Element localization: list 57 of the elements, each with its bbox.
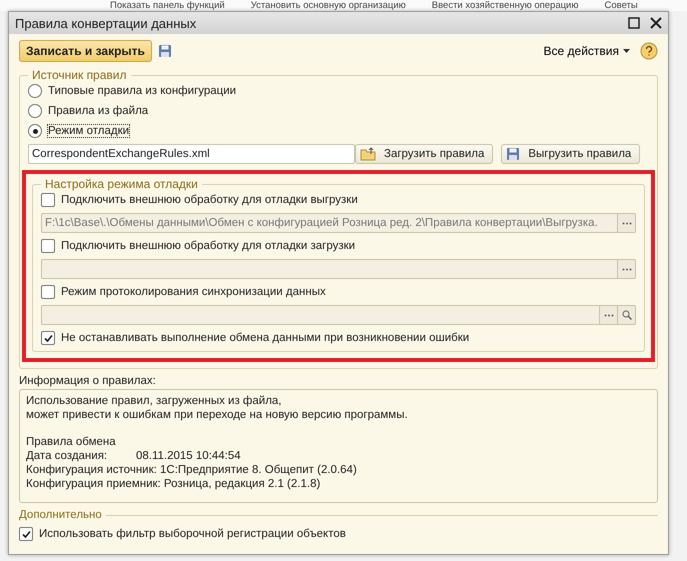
toolbar-item[interactable]: Установить основную организацию: [250, 0, 406, 11]
toolbar-item[interactable]: Ввести хозяйственную операцию: [432, 0, 578, 11]
ellipsis-icon: [622, 268, 632, 270]
help-icon[interactable]: [640, 42, 658, 60]
radio-button[interactable]: [28, 104, 42, 118]
path-input-field[interactable]: [41, 259, 636, 279]
checkbox[interactable]: [41, 193, 55, 207]
info-text: Конфигурация источник: 1С:Предприятие 8. Общепит (2.0.64): [26, 463, 358, 477]
load-rules-button[interactable]: Загрузить правила: [355, 144, 494, 164]
info-text: Дата создания:: [26, 449, 108, 463]
checkbox-label: Подключить внешнюю обработку для отладки выгрузки: [61, 194, 358, 206]
checkbox[interactable]: [41, 331, 55, 345]
section-label: Информация о правилах:: [19, 375, 157, 387]
checkbox[interactable]: [41, 285, 55, 299]
path-input-field[interactable]: F:\1c\Base\.\Обмены данными\Обмен с конфигурацией Розница ред. 2\Правила конвертации\Выгрузка.: [41, 213, 636, 233]
caret-icon: [623, 49, 630, 53]
checkbox[interactable]: [19, 527, 33, 541]
save-icon: [158, 44, 172, 58]
folder-icon: [360, 147, 376, 161]
radio-label: Режим отладки: [48, 125, 130, 137]
ellipsis-icon: [622, 222, 632, 224]
info-text: Конфигурация приемник: Розница, редакция 2.1 (2.1.8): [26, 477, 322, 491]
info-text: может привести к ошибкам при переходе на новую версию программы.: [26, 408, 409, 422]
all-actions-menu[interactable]: Все действия: [540, 44, 634, 58]
search-button[interactable]: [617, 306, 635, 324]
file-input-field[interactable]: CorrespondentExchangeRules.xml: [28, 144, 355, 164]
ellipsis-button[interactable]: [599, 306, 617, 324]
ellipsis-button[interactable]: [617, 260, 635, 278]
maximize-icon[interactable]: [628, 17, 640, 29]
ellipsis-button[interactable]: [617, 214, 635, 232]
checkbox-label: Подключить внешнюю обработку для отладки загрузки: [61, 240, 356, 252]
radio-label: Типовые правила из конфигурации: [48, 85, 236, 97]
group-title: Настройка режима отладки: [44, 177, 199, 191]
toolbar-item[interactable]: Показать панель функций: [110, 0, 225, 11]
info-text: 08.11.2015 10:44:54: [136, 449, 241, 463]
check-icon: [22, 530, 30, 538]
radio-label: Правила из файла: [48, 105, 148, 117]
checkbox-label: Режим протоколирования синхронизации данных: [61, 286, 326, 298]
radio-button[interactable]: [28, 124, 42, 138]
radio-button[interactable]: [28, 84, 42, 98]
save-and-close-button[interactable]: Записать и закрыть: [19, 40, 152, 62]
section-title: Дополнительно: [19, 509, 102, 521]
unload-rules-button[interactable]: Выгрузить правила: [501, 144, 640, 164]
checkbox-label: Использовать фильтр выборочной регистрации объектов: [39, 528, 346, 540]
path-input-field[interactable]: [41, 305, 636, 325]
close-icon[interactable]: [650, 17, 662, 29]
checkbox-label: Не останавливать выполнение обмена данными при возникновении ошибки: [61, 332, 470, 344]
check-icon: [44, 334, 52, 342]
window-title: Правила конвертации данных: [15, 16, 198, 30]
info-text: Использование правил, загруженных из файла,: [26, 394, 283, 408]
search-icon: [622, 310, 632, 320]
toolbar-item[interactable]: Советы: [604, 0, 638, 11]
ellipsis-icon: [604, 314, 614, 316]
save-icon: [506, 147, 520, 161]
group-title: Источник правил: [31, 68, 128, 82]
checkbox[interactable]: [41, 239, 55, 253]
info-text: Правила обмена: [26, 435, 117, 449]
